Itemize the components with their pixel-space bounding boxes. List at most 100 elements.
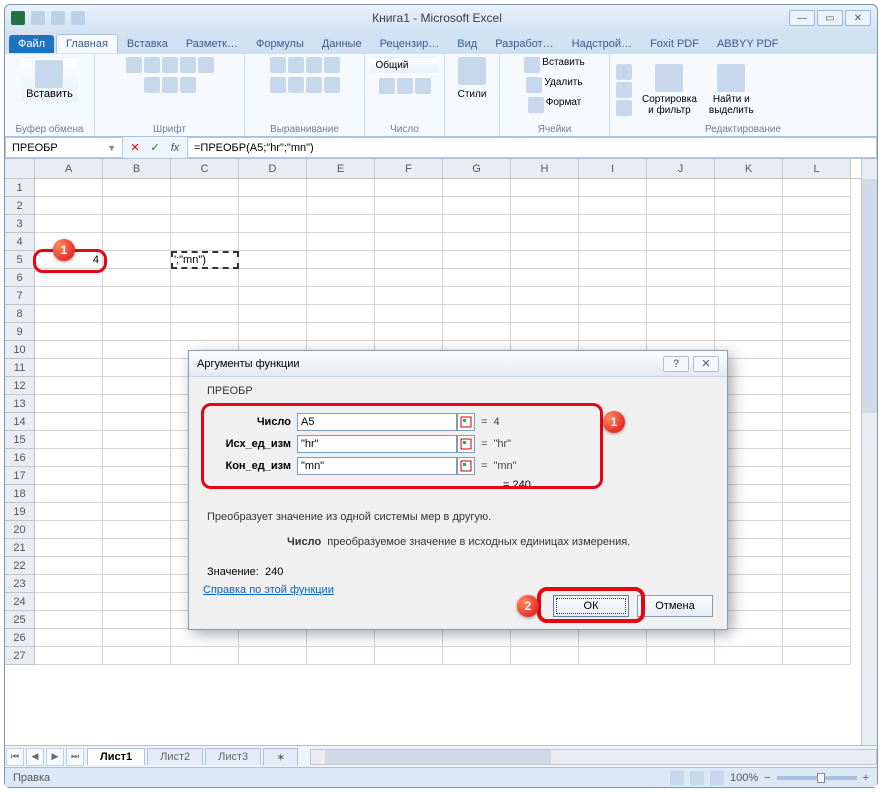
cell[interactable] [103, 467, 171, 485]
cell[interactable] [375, 179, 443, 197]
cell[interactable] [375, 647, 443, 665]
cell[interactable] [783, 629, 851, 647]
cell[interactable] [511, 305, 579, 323]
cell[interactable] [307, 629, 375, 647]
col-K[interactable]: K [715, 159, 783, 178]
zoom-out-button[interactable]: − [764, 772, 770, 784]
cell[interactable] [375, 251, 443, 269]
cell[interactable] [783, 485, 851, 503]
cell[interactable] [239, 215, 307, 233]
row-header[interactable]: 23 [5, 575, 35, 593]
sheet-nav-first-icon[interactable]: ⏮ [6, 748, 24, 766]
cell[interactable] [103, 341, 171, 359]
tab-developer[interactable]: Разработ… [486, 35, 562, 53]
cell[interactable] [35, 323, 103, 341]
cell[interactable] [307, 287, 375, 305]
cell[interactable] [783, 323, 851, 341]
tab-file[interactable]: Файл [9, 35, 54, 53]
border-icon[interactable] [144, 77, 160, 93]
row-header[interactable]: 15 [5, 431, 35, 449]
autosum-icon[interactable] [616, 64, 632, 80]
cell[interactable] [715, 251, 783, 269]
cell[interactable] [511, 197, 579, 215]
cell[interactable] [715, 197, 783, 215]
cell[interactable] [239, 305, 307, 323]
sort-filter-icon[interactable] [655, 64, 683, 92]
cell[interactable] [443, 287, 511, 305]
cell[interactable] [103, 413, 171, 431]
cell[interactable] [35, 449, 103, 467]
minimize-button[interactable]: — [789, 10, 815, 26]
cell[interactable] [35, 539, 103, 557]
cancel-formula-icon[interactable]: ✕ [127, 140, 143, 156]
cell[interactable] [307, 251, 375, 269]
tab-home[interactable]: Главная [56, 34, 118, 53]
insert-cells-icon[interactable] [524, 57, 540, 73]
align-top-icon[interactable] [270, 57, 286, 73]
row-header[interactable]: 9 [5, 323, 35, 341]
row-header[interactable]: 3 [5, 215, 35, 233]
cell[interactable] [783, 431, 851, 449]
col-I[interactable]: I [579, 159, 647, 178]
format-cells-label[interactable]: Формат [546, 97, 582, 113]
cell[interactable] [783, 233, 851, 251]
fill-icon[interactable] [616, 82, 632, 98]
cell[interactable] [171, 215, 239, 233]
row-header[interactable]: 2 [5, 197, 35, 215]
tab-view[interactable]: Вид [448, 35, 486, 53]
cell[interactable] [35, 305, 103, 323]
cell[interactable] [35, 395, 103, 413]
cell[interactable] [715, 233, 783, 251]
percent-icon[interactable] [397, 78, 413, 94]
close-button[interactable]: ✕ [845, 10, 871, 26]
cell[interactable] [35, 287, 103, 305]
cell[interactable] [103, 449, 171, 467]
cell[interactable] [103, 395, 171, 413]
cell[interactable] [783, 449, 851, 467]
sheet-nav-prev-icon[interactable]: ◀ [26, 748, 44, 766]
cell[interactable] [35, 557, 103, 575]
cell[interactable] [443, 629, 511, 647]
cell[interactable] [375, 305, 443, 323]
cell[interactable] [35, 377, 103, 395]
cell[interactable] [783, 647, 851, 665]
dialog-help-link[interactable]: Справка по этой функции [203, 584, 334, 596]
cell[interactable] [443, 323, 511, 341]
sheet-nav-next-icon[interactable]: ▶ [46, 748, 64, 766]
col-H[interactable]: H [511, 159, 579, 178]
cell[interactable] [103, 431, 171, 449]
align-left-icon[interactable] [270, 77, 286, 93]
cell[interactable] [647, 269, 715, 287]
align-middle-icon[interactable] [288, 57, 304, 73]
cell[interactable] [375, 629, 443, 647]
row-header[interactable]: 6 [5, 269, 35, 287]
cell[interactable] [171, 287, 239, 305]
bold-icon[interactable] [126, 57, 142, 73]
cell[interactable] [579, 323, 647, 341]
cell[interactable] [103, 323, 171, 341]
view-pagebreak-icon[interactable] [710, 771, 724, 785]
cell[interactable] [171, 233, 239, 251]
cell[interactable] [103, 269, 171, 287]
fill-color-icon[interactable] [162, 77, 178, 93]
currency-icon[interactable] [379, 78, 395, 94]
col-G[interactable]: G [443, 159, 511, 178]
cell[interactable] [579, 647, 647, 665]
col-F[interactable]: F [375, 159, 443, 178]
cell[interactable] [647, 251, 715, 269]
cell[interactable] [647, 197, 715, 215]
sheet-nav-last-icon[interactable]: ⏭ [66, 748, 84, 766]
tab-pagelayout[interactable]: Разметк… [177, 35, 247, 53]
cell[interactable] [647, 629, 715, 647]
chevron-down-icon[interactable]: ▼ [107, 143, 116, 153]
cell[interactable] [443, 197, 511, 215]
cell[interactable] [35, 575, 103, 593]
cell[interactable] [443, 233, 511, 251]
row-header[interactable]: 16 [5, 449, 35, 467]
sheet-tab-3[interactable]: Лист3 [205, 748, 261, 765]
cell[interactable] [783, 197, 851, 215]
font-color-icon[interactable] [180, 77, 196, 93]
cell[interactable] [783, 467, 851, 485]
cell[interactable] [103, 557, 171, 575]
cell[interactable] [579, 251, 647, 269]
